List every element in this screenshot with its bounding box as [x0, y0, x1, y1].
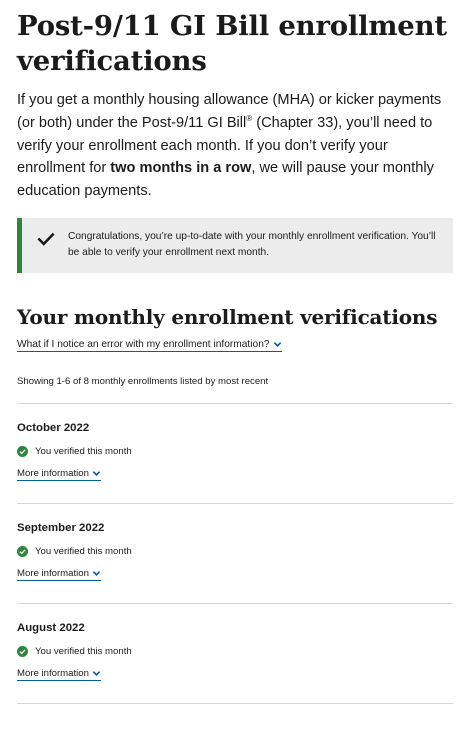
- divider: [17, 402, 453, 404]
- success-alert: Congratulations, you’re up-to-date with …: [17, 217, 453, 273]
- page-title: Post-9/11 GI Bill enrollment verificatio…: [17, 10, 447, 77]
- more-information-label: More information: [17, 667, 89, 679]
- divider: [17, 502, 453, 504]
- intro-paragraph: If you get a monthly housing allowance (…: [17, 89, 457, 203]
- error-info-expander[interactable]: What if I notice an error with my enroll…: [17, 339, 282, 352]
- divider: [17, 602, 453, 604]
- check-circle-icon: [17, 445, 28, 457]
- enrollment-record-september: September 2022 You verified this month M…: [17, 520, 457, 604]
- record-status: You verified this month: [17, 545, 457, 557]
- record-status-text: You verified this month: [35, 445, 132, 457]
- check-icon: [37, 232, 55, 246]
- section-heading: Your monthly enrollment verifications: [17, 304, 438, 329]
- record-month: September 2022: [17, 521, 105, 534]
- record-status: You verified this month: [17, 645, 457, 657]
- chevron-down-icon: [92, 471, 101, 476]
- more-information-label: More information: [17, 567, 89, 579]
- record-month: October 2022: [17, 421, 90, 434]
- chevron-down-icon: [273, 342, 281, 347]
- enrollment-record-august: August 2022 You verified this month More…: [17, 620, 457, 704]
- chevron-down-icon: [92, 571, 101, 576]
- more-information-expander[interactable]: More information: [17, 668, 101, 681]
- record-status-text: You verified this month: [35, 545, 132, 557]
- more-information-expander[interactable]: More information: [17, 468, 101, 481]
- error-info-label: What if I notice an error with my enroll…: [17, 338, 270, 350]
- more-information-expander[interactable]: More information: [17, 568, 101, 581]
- record-month: August 2022: [17, 621, 85, 634]
- chevron-down-icon: [92, 671, 101, 676]
- more-information-label: More information: [17, 467, 89, 479]
- check-circle-icon: [17, 545, 28, 557]
- intro-bold: two months in a row: [110, 160, 252, 177]
- record-status-text: You verified this month: [35, 645, 132, 657]
- page: Post-9/11 GI Bill enrollment verificatio…: [0, 0, 474, 704]
- divider: [17, 702, 453, 704]
- enrollment-record-october: October 2022 You verified this month Mor…: [17, 420, 457, 504]
- check-circle-icon: [17, 645, 28, 657]
- record-status: You verified this month: [17, 445, 457, 457]
- showing-count: Showing 1-6 of 8 monthly enrollments lis…: [17, 375, 269, 387]
- alert-text: Congratulations, you’re up-to-date with …: [68, 230, 436, 259]
